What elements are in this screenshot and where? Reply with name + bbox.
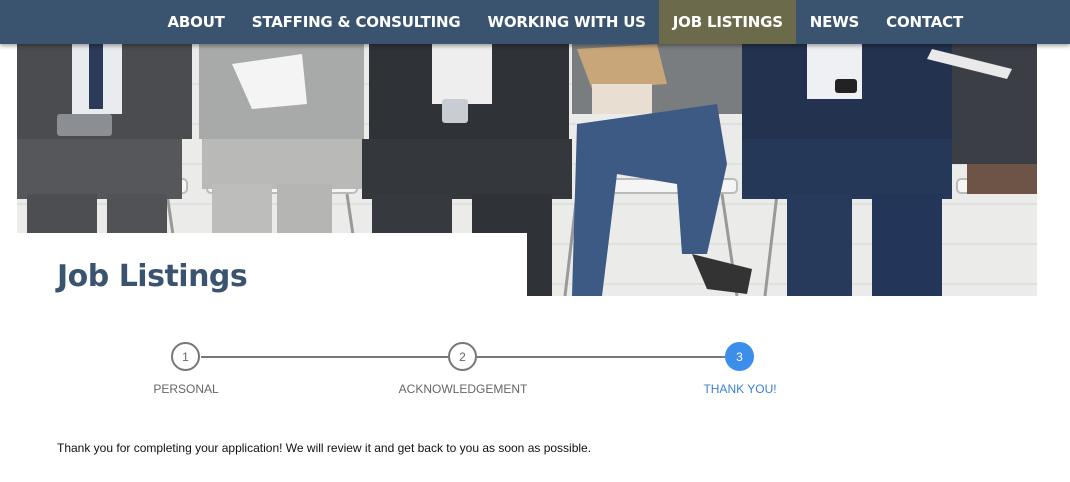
step-connector — [477, 356, 725, 358]
top-navigation: ABOUT STAFFING & CONSULTING WORKING WITH… — [0, 0, 1070, 44]
step-1-label: PERSONAL — [153, 382, 219, 396]
nav-item-working-with-us[interactable]: WORKING WITH US — [474, 0, 659, 44]
nav-item-about[interactable]: ABOUT — [154, 0, 238, 44]
step-2-label: ACKNOWLEDGEMENT — [398, 382, 528, 396]
page-title: Job Listings — [57, 259, 248, 294]
application-stepper: 1 2 3 PERSONAL ACKNOWLEDGEMENT THANK YOU… — [0, 340, 1070, 410]
step-3-indicator: 3 — [725, 342, 754, 371]
step-1-indicator: 1 — [171, 342, 200, 371]
step-3-label: THANK YOU! — [703, 382, 777, 396]
nav-item-staffing-consulting[interactable]: STAFFING & CONSULTING — [238, 0, 474, 44]
nav-item-contact[interactable]: CONTACT — [873, 0, 977, 44]
nav-item-news[interactable]: NEWS — [796, 0, 872, 44]
page-title-box: Job Listings — [17, 233, 527, 303]
nav-item-job-listings[interactable]: JOB LISTINGS — [659, 0, 797, 44]
confirmation-message: Thank you for completing your applicatio… — [57, 441, 592, 455]
step-connector — [201, 356, 448, 358]
step-2-indicator: 2 — [448, 342, 477, 371]
